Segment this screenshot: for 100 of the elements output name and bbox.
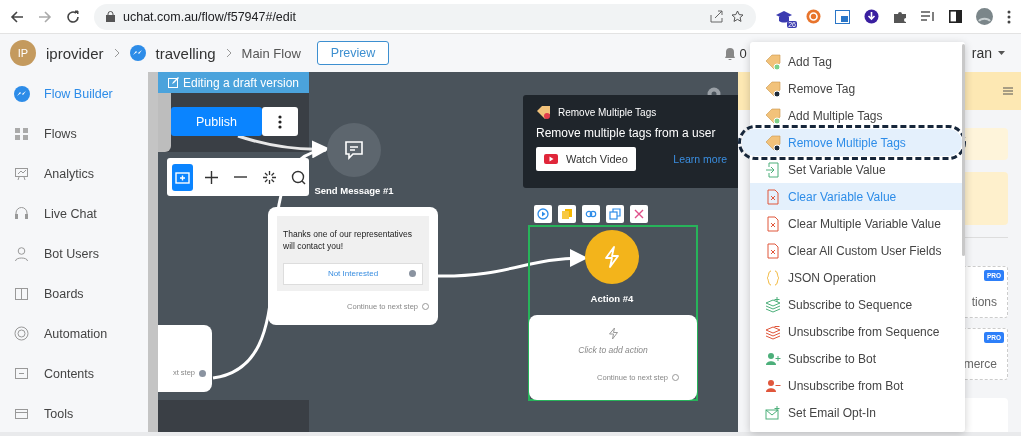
- kebab-menu-icon: [278, 114, 282, 129]
- option-label: merce: [963, 357, 997, 371]
- menu-item[interactable]: Add Multiple Tags: [750, 102, 962, 129]
- tag-minus-icon: [765, 80, 781, 97]
- file-x-icon: [765, 215, 781, 232]
- watch-video-button[interactable]: Watch Video: [536, 147, 636, 171]
- sidebar-item[interactable]: Analytics: [0, 154, 148, 194]
- tooltip-title: Remove Multiple Tags: [558, 106, 657, 118]
- star-icon[interactable]: [731, 10, 744, 23]
- lightning-icon: [603, 246, 621, 268]
- node-title: Action #4: [589, 293, 635, 304]
- sidebar-item[interactable]: Automation: [0, 314, 148, 354]
- user-name[interactable]: ran: [971, 45, 992, 61]
- url-text: uchat.com.au/flow/f57947#/edit: [123, 9, 297, 24]
- user-icon: [14, 246, 30, 262]
- search-icon: [291, 169, 306, 185]
- presentation-board-icon: [14, 166, 30, 182]
- scrollbar[interactable]: [148, 72, 158, 432]
- add-action-prompt[interactable]: Click to add action: [578, 345, 648, 355]
- copy-icon: [561, 208, 573, 220]
- tag-minus-icon: [765, 134, 781, 151]
- menu-item[interactable]: Unsubscribe from Bot: [750, 372, 962, 399]
- menu-item[interactable]: Subscribe to Sequence: [750, 291, 962, 318]
- tag-plus-icon: [765, 107, 781, 124]
- tag-icon: [536, 105, 552, 119]
- duplicate-icon: [609, 208, 621, 220]
- sidebar-item[interactable]: Bot Users: [0, 234, 148, 274]
- video-play-icon: [544, 154, 558, 164]
- playlist-icon[interactable]: [921, 10, 935, 23]
- workspace-name[interactable]: iprovider: [46, 44, 104, 62]
- sidebar-item[interactable]: Boards: [0, 274, 148, 314]
- ring-icon: [14, 326, 30, 342]
- menu-item[interactable]: Unsubscribe from Sequence: [750, 318, 962, 345]
- columns-icon: [14, 286, 30, 302]
- messenger-icon: [129, 45, 146, 61]
- kebab-menu-icon[interactable]: [1007, 9, 1011, 24]
- download-icon[interactable]: [864, 9, 879, 24]
- braces-icon: [765, 269, 781, 286]
- graduation-cap-icon[interactable]: [776, 9, 792, 24]
- play-button[interactable]: [534, 205, 552, 223]
- address-bar[interactable]: uchat.com.au/flow/f57947#/edit: [94, 3, 756, 30]
- file-import-icon: [765, 161, 781, 178]
- caret-icon[interactable]: [998, 51, 1005, 55]
- node-title: Send Message #1: [313, 185, 395, 196]
- message-text: Thanks one of our representatives will contact you!: [283, 228, 413, 253]
- e-circle-icon[interactable]: [806, 9, 821, 24]
- stack-minus-icon: [765, 323, 781, 340]
- chevron-right-icon: [113, 48, 120, 58]
- bot-name[interactable]: travelling: [155, 44, 216, 62]
- menu-item[interactable]: Set Variable Value: [750, 156, 962, 183]
- flow-name: Main Flow: [241, 45, 301, 61]
- banner-text: Editing a draft version: [182, 75, 300, 90]
- tooltip-description: Remove multiple tags from a user: [536, 126, 717, 140]
- puzzle-icon[interactable]: [893, 9, 907, 24]
- user-minus-icon: [765, 377, 781, 394]
- sidebar-item[interactable]: Flows: [0, 114, 148, 154]
- lightning-icon: [608, 327, 618, 340]
- menu-item[interactable]: Add Tag: [750, 48, 962, 75]
- stack-plus-icon: [765, 296, 781, 313]
- file-x-icon: [765, 242, 781, 259]
- add-folder-icon: [175, 169, 190, 185]
- menu-item[interactable]: Clear Multiple Variable Value: [750, 210, 962, 237]
- profile-avatar-icon[interactable]: [976, 8, 993, 25]
- share-icon[interactable]: [710, 10, 723, 23]
- sidebar-icon[interactable]: [949, 10, 962, 23]
- window-icon[interactable]: [835, 9, 850, 24]
- add-folder-button[interactable]: [172, 163, 193, 191]
- sidebar-item[interactable]: Tools: [0, 394, 148, 432]
- edit-icon: [167, 77, 179, 88]
- publish-button[interactable]: Publish: [171, 107, 262, 136]
- user-plus-icon: [765, 350, 781, 367]
- more-options-button[interactable]: [262, 107, 298, 136]
- duplicate-button[interactable]: [606, 205, 624, 223]
- play-icon: [537, 208, 549, 220]
- sidebar-item[interactable]: Live Chat: [0, 194, 148, 234]
- menu-item[interactable]: Remove Tag: [750, 75, 962, 102]
- flow-node-card[interactable]: [158, 93, 171, 152]
- link-button[interactable]: [582, 205, 600, 223]
- back-icon[interactable]: [10, 9, 24, 24]
- scrollbar-thumb[interactable]: [962, 44, 965, 256]
- action-node[interactable]: [585, 230, 639, 284]
- learn-more-link[interactable]: Learn more: [673, 153, 727, 165]
- preview-button[interactable]: Preview: [316, 41, 390, 65]
- reload-icon[interactable]: [66, 9, 80, 24]
- link-icon: [585, 208, 597, 220]
- menu-item[interactable]: Clear All Custom User Fields: [750, 237, 962, 264]
- menu-item[interactable]: Set Email Opt-In: [750, 399, 962, 426]
- sidebar-item[interactable]: Contents: [0, 354, 148, 394]
- bell-icon[interactable]: [723, 46, 736, 60]
- file-x-icon: [765, 188, 781, 205]
- option-label: tions: [971, 295, 997, 309]
- chevron-right-icon: [225, 48, 232, 58]
- menu-item[interactable]: Subscribe to Bot: [750, 345, 962, 372]
- close-icon: [633, 208, 645, 220]
- connector-port[interactable]: [199, 370, 206, 377]
- panel-icon: [14, 366, 30, 382]
- quick-reply-button[interactable]: Not Interested: [283, 262, 423, 285]
- close-button[interactable]: [630, 205, 648, 223]
- menu-item[interactable]: JSON Operation: [750, 264, 962, 291]
- envelope-icon: [765, 404, 781, 421]
